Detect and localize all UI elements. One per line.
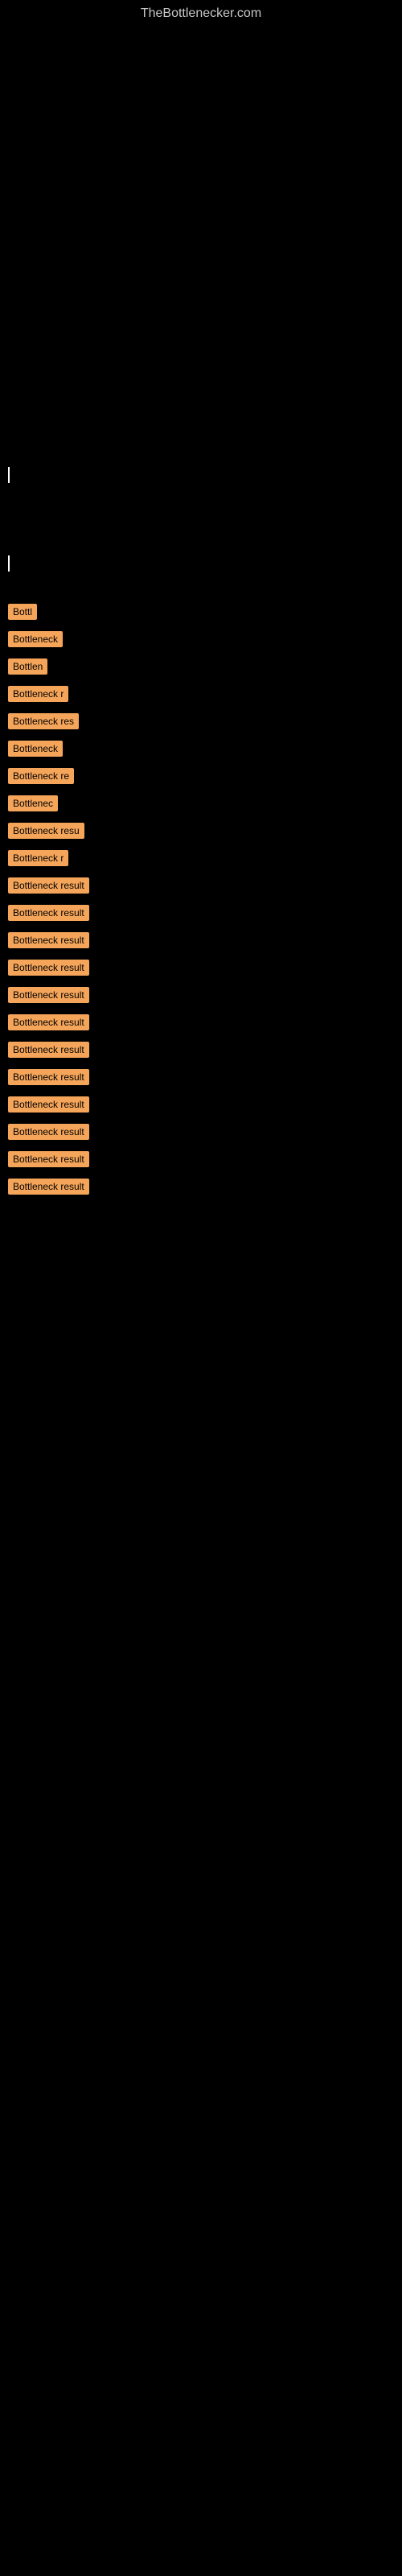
bottleneck-badge[interactable]: Bottleneck result [8, 1069, 89, 1085]
list-item: Bottleneck [8, 741, 394, 757]
list-item: Bottleneck result [8, 1124, 394, 1140]
cursor-bar-2 [8, 555, 10, 572]
list-item: Bottleneck resu [8, 823, 394, 839]
bottleneck-badge[interactable]: Bottleneck result [8, 1179, 89, 1195]
bottleneck-badge[interactable]: Bottleneck result [8, 1096, 89, 1113]
list-item: Bottleneck result [8, 1151, 394, 1167]
list-item: Bottleneck res [8, 713, 394, 729]
list-item: Bottlenec [8, 795, 394, 811]
list-item: Bottleneck result [8, 877, 394, 894]
list-item: Bottleneck result [8, 1042, 394, 1058]
bottleneck-badge[interactable]: Bottleneck result [8, 877, 89, 894]
list-item: Bottleneck result [8, 1096, 394, 1113]
bottleneck-badge[interactable]: Bottleneck r [8, 686, 68, 702]
bottleneck-badge[interactable]: Bottleneck resu [8, 823, 84, 839]
list-item: Bottleneck r [8, 686, 394, 702]
list-item: Bottleneck result [8, 932, 394, 948]
bottleneck-badge[interactable]: Bottleneck result [8, 960, 89, 976]
bottleneck-badge[interactable]: Bottleneck result [8, 932, 89, 948]
list-item: Bottleneck result [8, 905, 394, 921]
list-item: Bottleneck [8, 631, 394, 647]
list-item: Bottl [8, 604, 394, 620]
bottleneck-badge[interactable]: Bottleneck result [8, 1014, 89, 1030]
bottleneck-badge[interactable]: Bottleneck r [8, 850, 68, 866]
list-item: Bottleneck result [8, 1069, 394, 1085]
bottleneck-badge[interactable]: Bottleneck result [8, 905, 89, 921]
bottleneck-badge[interactable]: Bottleneck re [8, 768, 74, 784]
bottleneck-badge[interactable]: Bottlenec [8, 795, 58, 811]
list-item: Bottleneck result [8, 960, 394, 976]
bottleneck-items-list: Bottl Bottleneck Bottlen Bottleneck r Bottle… [8, 604, 394, 1195]
list-item: Bottleneck r [8, 850, 394, 866]
list-item: Bottleneck result [8, 1014, 394, 1030]
list-item: Bottleneck result [8, 1179, 394, 1195]
list-item: Bottleneck result [8, 987, 394, 1003]
list-item: Bottleneck re [8, 768, 394, 784]
bottleneck-badge[interactable]: Bottl [8, 604, 37, 620]
bottleneck-badge[interactable]: Bottlen [8, 658, 47, 675]
bottleneck-badge[interactable]: Bottleneck [8, 741, 63, 757]
bottleneck-badge[interactable]: Bottleneck result [8, 1151, 89, 1167]
bottleneck-badge[interactable]: Bottleneck res [8, 713, 79, 729]
bottleneck-badge[interactable]: Bottleneck result [8, 1124, 89, 1140]
cursor-bar-1 [8, 467, 10, 483]
list-item: Bottlen [8, 658, 394, 675]
bottleneck-badge[interactable]: Bottleneck result [8, 987, 89, 1003]
bottleneck-badge[interactable]: Bottleneck result [8, 1042, 89, 1058]
bottleneck-badge[interactable]: Bottleneck [8, 631, 63, 647]
site-title: TheBottlenecker.com [0, 0, 402, 21]
